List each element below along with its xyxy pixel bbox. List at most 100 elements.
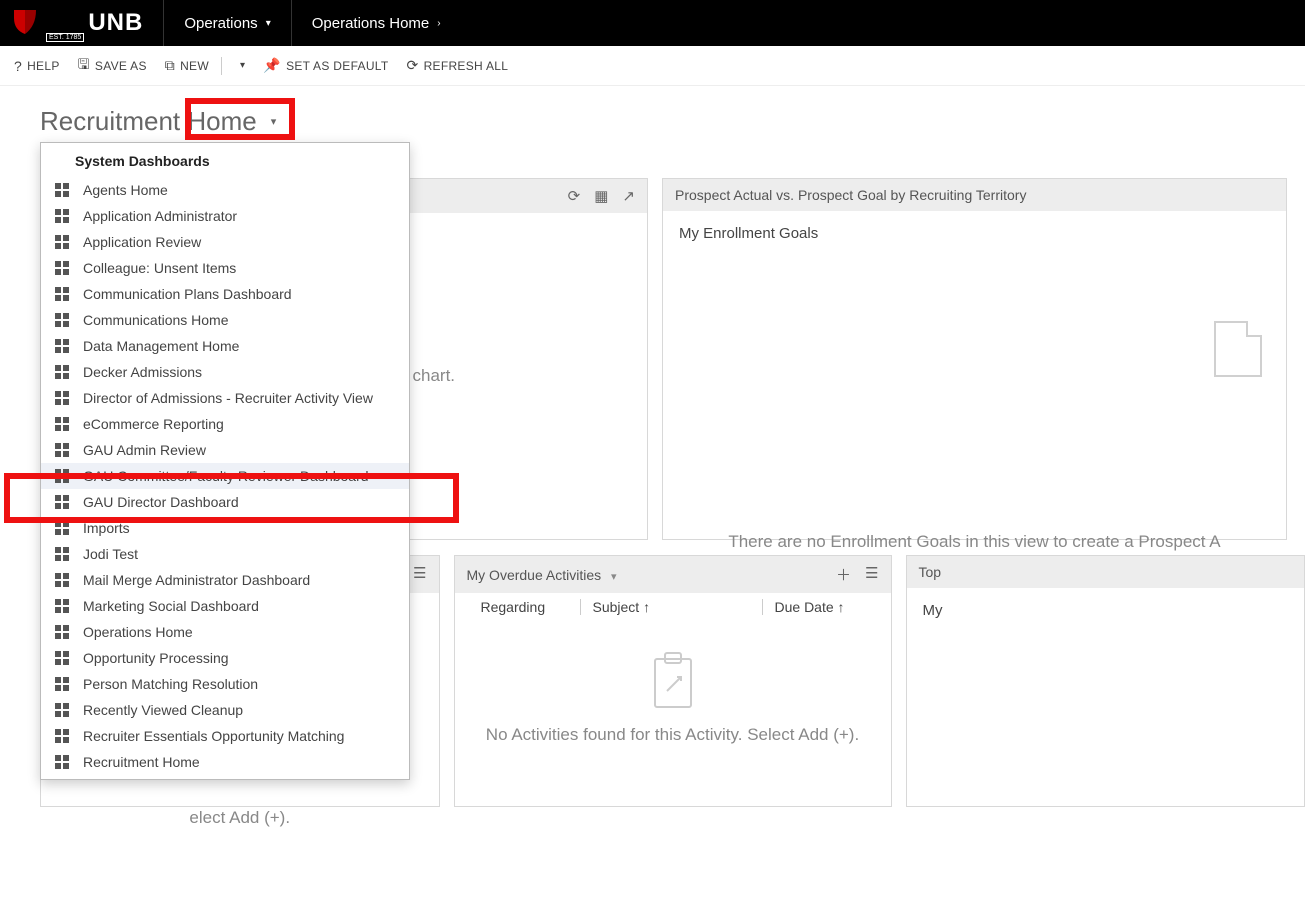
page-title: Recruitment Home bbox=[40, 106, 257, 137]
dashboard-item[interactable]: Marketing Social Dashboard bbox=[41, 593, 409, 619]
dashboard-grid-icon bbox=[55, 209, 69, 223]
dashboard-item-label: Application Review bbox=[83, 234, 201, 250]
dashboard-grid-icon bbox=[55, 365, 69, 379]
brand-logo[interactable]: EST. 1785 UNB bbox=[0, 0, 163, 46]
dashboard-item[interactable]: Person Matching Resolution bbox=[41, 671, 409, 697]
caret-down-icon: ▾ bbox=[240, 60, 245, 71]
dashboard-item[interactable]: Director of Admissions - Recruiter Activ… bbox=[41, 385, 409, 411]
dashboard-grid-icon bbox=[55, 521, 69, 535]
grid-icon[interactable]: ▦ bbox=[594, 187, 608, 205]
list-icon[interactable]: ☰ bbox=[865, 564, 878, 585]
dashboard-item-label: eCommerce Reporting bbox=[83, 416, 224, 432]
dashboard-item-label: Recently Viewed Cleanup bbox=[83, 702, 243, 718]
dashboard-item-label: Jodi Test bbox=[83, 546, 138, 562]
dashboard-dropdown[interactable]: System Dashboards Agents HomeApplication… bbox=[40, 142, 410, 780]
dashboard-item[interactable]: Recently Viewed Cleanup bbox=[41, 697, 409, 723]
top-navbar: EST. 1785 UNB Operations ▾ Operations Ho… bbox=[0, 0, 1305, 46]
dashboard-grid-icon bbox=[55, 313, 69, 327]
divider bbox=[221, 57, 222, 75]
column-regarding[interactable]: Regarding bbox=[471, 599, 581, 615]
column-subject[interactable]: Subject ↑ bbox=[583, 599, 763, 615]
dashboard-item-label: Mail Merge Administrator Dashboard bbox=[83, 572, 310, 588]
dashboard-grid-icon bbox=[55, 391, 69, 405]
dashboard-item[interactable]: Application Administrator bbox=[41, 203, 409, 229]
dashboard-grid-icon bbox=[55, 729, 69, 743]
dashboard-item-label: Agents Home bbox=[83, 182, 168, 198]
dashboard-item-label: GAU Committee/Faculty Reviewer Dashboard bbox=[83, 468, 369, 484]
panel-header: My Overdue Activities ▾ ＋ ☰ bbox=[455, 556, 891, 593]
dashboard-grid-icon bbox=[55, 677, 69, 691]
dashboard-item[interactable]: Recruiter Essentials Opportunity Matchin… bbox=[41, 723, 409, 749]
dashboard-item[interactable]: Application Review bbox=[41, 229, 409, 255]
unb-shield-icon bbox=[10, 8, 40, 38]
dashboard-grid-icon bbox=[55, 183, 69, 197]
dashboard-item[interactable]: Jodi Test bbox=[41, 541, 409, 567]
panel-top-right-small: Top My bbox=[906, 555, 1305, 807]
nav-area-label: Operations bbox=[184, 15, 257, 32]
dashboard-item[interactable]: GAU Admin Review bbox=[41, 437, 409, 463]
dashboard-item-label: Marketing Social Dashboard bbox=[83, 598, 259, 614]
dashboard-grid-icon bbox=[55, 703, 69, 717]
new-button[interactable]: ⧉ NEW bbox=[165, 57, 209, 74]
new-dropdown[interactable]: ▾ bbox=[240, 60, 245, 71]
dashboard-item[interactable]: Imports bbox=[41, 515, 409, 541]
dashboard-item-label: Imports bbox=[83, 520, 130, 536]
dashboard-picker-toggle[interactable]: ▾ bbox=[267, 111, 281, 132]
page-title-row: Recruitment Home ▾ bbox=[0, 86, 1305, 147]
dashboard-item[interactable]: Operations Home bbox=[41, 619, 409, 645]
help-icon: ? bbox=[14, 58, 22, 74]
save-as-label: SAVE AS bbox=[95, 59, 147, 73]
dashboard-item[interactable]: Agents Home bbox=[41, 177, 409, 203]
refresh-all-label: REFRESH ALL bbox=[424, 59, 509, 73]
dashboard-item-label: Decker Admissions bbox=[83, 364, 202, 380]
panel-body: My bbox=[907, 588, 1305, 806]
dashboard-grid-icon bbox=[55, 547, 69, 561]
chevron-down-icon[interactable]: ▾ bbox=[611, 571, 617, 583]
dashboard-item[interactable]: Opportunity Processing bbox=[41, 645, 409, 671]
dashboard-item-label: Colleague: Unsent Items bbox=[83, 260, 236, 276]
dashboard-grid-icon bbox=[55, 469, 69, 483]
dashboard-item[interactable]: GAU Director Dashboard bbox=[41, 489, 409, 515]
dashboard-item[interactable]: Data Management Home bbox=[41, 333, 409, 359]
dashboard-item[interactable]: GAU Committee/Faculty Reviewer Dashboard bbox=[41, 463, 409, 489]
dashboard-item[interactable]: Recruitment Home bbox=[41, 749, 409, 775]
dashboard-grid-icon bbox=[55, 339, 69, 353]
panel-header: Prospect Actual vs. Prospect Goal by Rec… bbox=[663, 179, 1286, 211]
save-as-button[interactable]: 🖫 SAVE AS bbox=[78, 54, 147, 78]
set-default-label: SET AS DEFAULT bbox=[286, 59, 388, 73]
dashboard-item[interactable]: Communications Home bbox=[41, 307, 409, 333]
dashboard-grid-icon bbox=[55, 599, 69, 613]
dashboard-grid-icon bbox=[55, 261, 69, 275]
panel-title: My Overdue Activities bbox=[467, 567, 602, 583]
nav-breadcrumb[interactable]: Operations Home › bbox=[292, 0, 461, 46]
help-label: HELP bbox=[27, 59, 60, 73]
nav-area-dropdown[interactable]: Operations ▾ bbox=[164, 0, 290, 46]
dashboard-grid-icon bbox=[55, 287, 69, 301]
dashboard-item[interactable]: Colleague: Unsent Items bbox=[41, 255, 409, 281]
new-icon: ⧉ bbox=[165, 57, 175, 74]
dashboard-item-label: GAU Director Dashboard bbox=[83, 494, 239, 510]
panel-subtitle: My bbox=[923, 602, 1289, 619]
dashboard-item[interactable]: eCommerce Reporting bbox=[41, 411, 409, 437]
help-button[interactable]: ? HELP bbox=[14, 58, 60, 74]
refresh-all-button[interactable]: ⟳ REFRESH ALL bbox=[407, 57, 509, 74]
set-default-button[interactable]: 📌 SET AS DEFAULT bbox=[263, 57, 388, 74]
add-icon[interactable]: ＋ bbox=[836, 564, 851, 585]
empty-message: No Activities found for this Activity. S… bbox=[471, 725, 875, 745]
refresh-icon[interactable]: ⟳ bbox=[568, 187, 581, 205]
panel-title: Prospect Actual vs. Prospect Goal by Rec… bbox=[675, 187, 1026, 203]
command-toolbar: ? HELP 🖫 SAVE AS ⧉ NEW ▾ 📌 SET AS DEFAUL… bbox=[0, 46, 1305, 86]
brand-name: UNB bbox=[88, 11, 143, 35]
dashboard-item[interactable]: Communication Plans Dashboard bbox=[41, 281, 409, 307]
dashboard-item[interactable]: Decker Admissions bbox=[41, 359, 409, 385]
dashboard-grid-icon bbox=[55, 573, 69, 587]
list-icon[interactable]: ☰ bbox=[413, 564, 426, 585]
dashboard-grid-icon bbox=[55, 235, 69, 249]
dashboard-grid-icon bbox=[55, 625, 69, 639]
chevron-right-icon: › bbox=[437, 18, 440, 29]
dashboard-item-label: Communications Home bbox=[83, 312, 229, 328]
popout-icon[interactable]: ↗ bbox=[622, 187, 635, 205]
dashboard-item-label: Person Matching Resolution bbox=[83, 676, 258, 692]
dashboard-item[interactable]: Mail Merge Administrator Dashboard bbox=[41, 567, 409, 593]
column-due-date[interactable]: Due Date ↑ bbox=[765, 599, 875, 615]
